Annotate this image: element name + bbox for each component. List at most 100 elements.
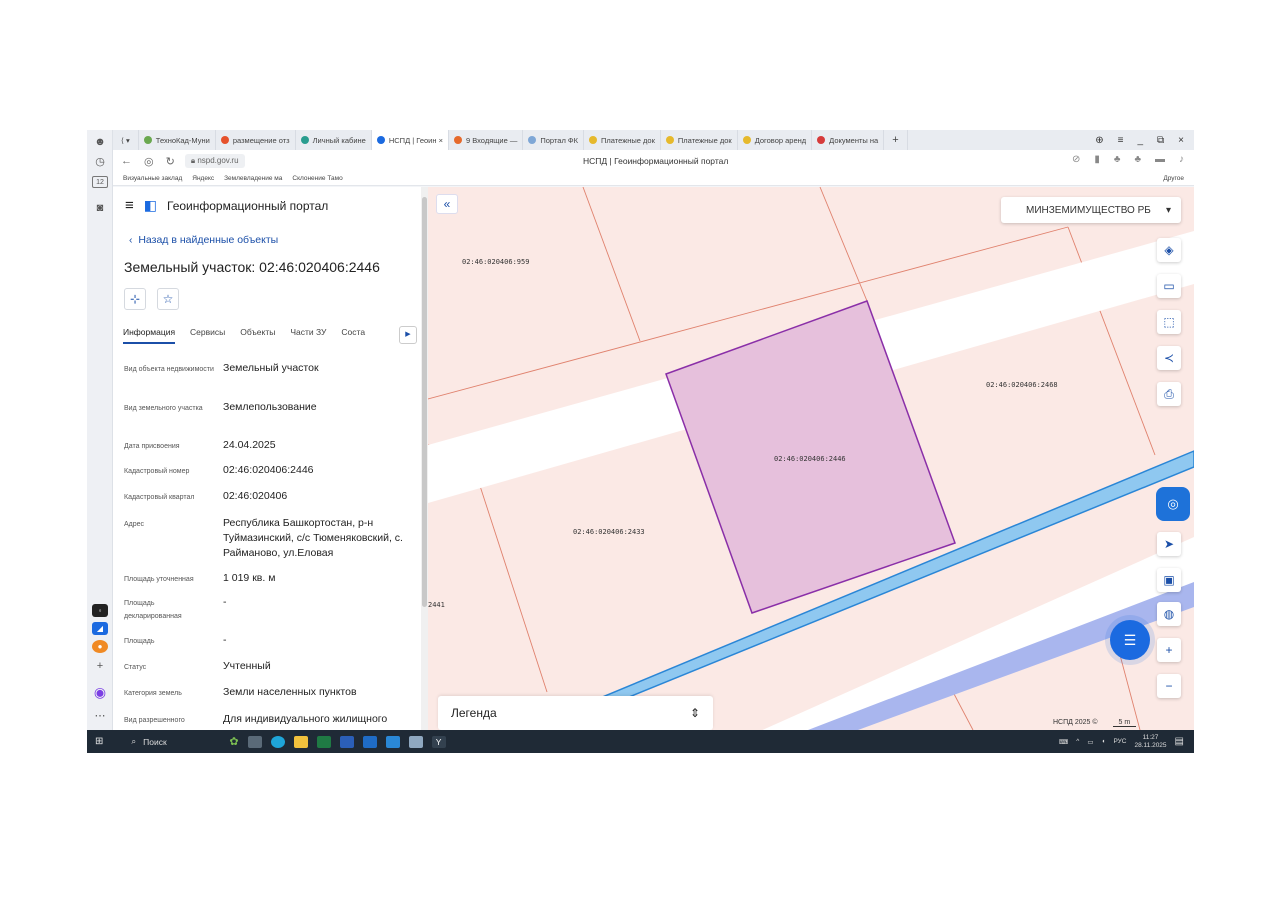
tab-7[interactable]: Платежные док [661, 130, 738, 150]
downloads-icon[interactable]: ≡ [1118, 135, 1124, 146]
language-indicator[interactable]: РУС [1113, 738, 1126, 745]
app-icon-2[interactable]: ◢ [92, 622, 108, 635]
chevron-up-icon[interactable]: ^ [1076, 738, 1079, 745]
yandex-icon[interactable]: ☻ [92, 134, 108, 150]
tab-1[interactable]: размещение отз [216, 130, 296, 150]
minimize-icon[interactable]: _ [1137, 135, 1143, 146]
tab-0[interactable]: ТехноКад-Муни [139, 130, 216, 150]
tab-information[interactable]: Информация [123, 327, 176, 344]
tab-search-icon[interactable]: ⊕ [1095, 135, 1103, 146]
notifications-icon[interactable]: ▤ [1175, 736, 1184, 747]
assistant-button[interactable]: ◎ [1156, 487, 1190, 521]
layers-button[interactable]: ◈ [1157, 238, 1181, 262]
notification-icon[interactable]: ♪ [1179, 154, 1184, 165]
word-icon[interactable] [339, 735, 354, 748]
print-button[interactable]: ⎙ [1157, 382, 1181, 406]
measure-button[interactable]: ▭ [1157, 274, 1181, 298]
geolocation-button[interactable]: ◍ [1157, 602, 1181, 626]
screenshot-icon[interactable]: ◙ [92, 200, 108, 216]
layer-select[interactable]: МИНЗЕМИМУЩЕСТВО РБ ▾ [1001, 197, 1181, 223]
tab-parts[interactable]: Части ЗУ [290, 327, 326, 344]
taskbar-search[interactable]: ⌕ Поиск [111, 730, 221, 753]
back-arrow-icon[interactable]: ← [121, 155, 132, 168]
bookmark-item[interactable]: Склонение Тамо [292, 175, 342, 182]
extension-icon[interactable]: ♣ [1114, 154, 1121, 165]
locate-on-map-button[interactable]: ⊹ [124, 288, 146, 310]
back-to-results-link[interactable]: ‹ Назад в найденные объекты [129, 234, 278, 246]
collapse-panel-button[interactable]: « [436, 194, 458, 214]
calendar-icon[interactable]: 12 [92, 176, 108, 188]
more-icon[interactable]: ⋯ [92, 708, 108, 724]
portal-header: ≡ ◧ Геоинформационный портал [125, 197, 328, 214]
row-label: Адрес [124, 521, 145, 528]
app-icon-1[interactable]: ◦ [92, 604, 108, 617]
bookmark-item[interactable]: Землевладение ма [224, 175, 282, 182]
scrollbar-thumb[interactable] [422, 197, 427, 607]
network-icon[interactable]: ▭ [1087, 738, 1093, 746]
tab-3[interactable]: НСПД | Геоин × [371, 130, 449, 150]
tab-composition[interactable]: Соста [341, 327, 365, 344]
protect-icon[interactable]: ◎ [144, 155, 154, 168]
bookmark-item[interactable]: Яндекс [192, 175, 214, 182]
tab-8[interactable]: Договор аренд [738, 130, 813, 150]
reload-icon[interactable]: ↻ [166, 155, 175, 168]
add-icon[interactable]: + [92, 658, 108, 674]
explorer-icon[interactable] [293, 735, 308, 748]
row-label: Вид разрешенного [124, 717, 185, 724]
address-actions: ⊘ ▮ ♣ ♣ ▬ ♪ [1072, 154, 1184, 165]
panel-scrollbar[interactable] [421, 187, 428, 730]
legend-dropdown[interactable]: Легенда ⇕ [438, 696, 713, 730]
tab-5[interactable]: Портал ФК [523, 130, 584, 150]
remote-desktop-icon[interactable] [408, 735, 423, 748]
menu-icon[interactable]: ≡ [125, 197, 134, 214]
url-input[interactable]: 🔒︎ nspd.gov.ru [184, 154, 245, 168]
tab-favicon-icon [143, 136, 152, 144]
excel-icon[interactable] [316, 735, 331, 748]
map-view[interactable]: 02:46:020406:959 02:46:020406:2468 02:46… [428, 187, 1194, 730]
object-title: Земельный участок: 02:46:020406:2446 [124, 259, 380, 275]
zoom-out-button[interactable]: − [1157, 674, 1181, 698]
zoom-in-button[interactable]: + [1157, 638, 1181, 662]
translate-icon[interactable]: ⊘ [1072, 154, 1080, 165]
restore-icon[interactable]: ⧉ [1157, 135, 1164, 146]
navigate-button[interactable]: ➤ [1157, 532, 1181, 556]
tabs-scroll-right-button[interactable]: ▶ [399, 326, 417, 344]
select-area-button[interactable]: ⬚ [1157, 310, 1181, 334]
share-button[interactable]: ≺ [1157, 346, 1181, 370]
edge-icon[interactable] [270, 735, 285, 748]
bookmark-item[interactable]: Визуальные заклад [123, 175, 182, 182]
clock[interactable]: 11:27 28.11.2025 [1134, 734, 1166, 750]
tab-2[interactable]: Личный кабине [296, 130, 372, 150]
close-icon[interactable]: × [1178, 135, 1184, 146]
bookmarks-other[interactable]: Другое [1163, 175, 1194, 182]
tab-services[interactable]: Сервисы [190, 327, 225, 344]
nav-buttons: ← ◎ ↻ [121, 155, 175, 168]
fullscreen-button[interactable]: ▣ [1157, 568, 1181, 592]
task-view-icon[interactable] [247, 735, 262, 748]
extension-icon[interactable]: ♣ [1134, 154, 1141, 165]
clock-time: 11:27 [1142, 733, 1159, 741]
outlook-icon[interactable] [362, 735, 377, 748]
widget-icon[interactable]: ✿ [229, 735, 238, 748]
keyboard-icon[interactable]: ⌨ [1059, 738, 1068, 746]
tab-9[interactable]: Документы на [812, 130, 885, 150]
favorite-button[interactable]: ☆ [157, 288, 179, 310]
row-value: 24.04.2025 [223, 439, 276, 451]
windows-start-icon[interactable]: ⊞ [95, 736, 103, 747]
shield-icon[interactable]: ▬ [1155, 154, 1165, 165]
history-icon[interactable]: ◷ [92, 154, 108, 170]
new-tab-button[interactable]: + [884, 130, 908, 150]
search-icon: ⌕ [131, 736, 137, 746]
volume-icon[interactable]: ◖ [1102, 738, 1106, 745]
parcel-boundary [582, 187, 641, 342]
tab-6[interactable]: Платежные док [584, 130, 661, 150]
app-icon-3[interactable]: ● [92, 640, 108, 653]
alice-icon[interactable]: ◉ [92, 684, 108, 700]
tab-4[interactable]: 9 Входящие — [449, 130, 524, 150]
yandex-browser-icon[interactable]: Y [431, 735, 446, 748]
browser-menu[interactable]: ⟨ ▾ [113, 130, 139, 150]
tab-objects[interactable]: Объекты [240, 327, 275, 344]
bookmark-icon[interactable]: ▮ [1094, 154, 1100, 165]
app-icon[interactable] [385, 735, 400, 748]
chat-button[interactable]: ☰ [1110, 620, 1150, 660]
